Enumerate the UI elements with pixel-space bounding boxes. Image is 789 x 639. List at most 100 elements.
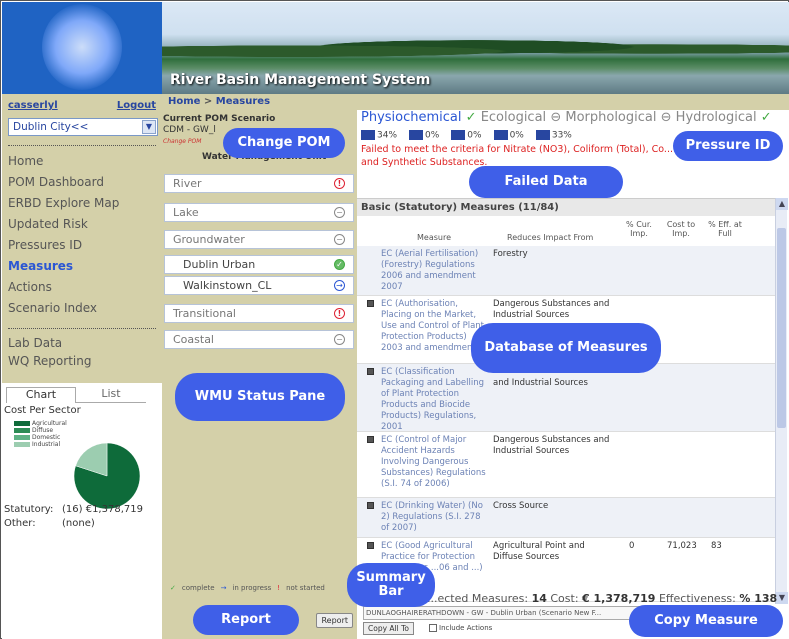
reduces-impact: Cross Source bbox=[493, 501, 549, 511]
header-banner: River Basin Management System bbox=[162, 2, 789, 94]
sidebar: casserlyl Logout Dublin City<< ▼ Home PO… bbox=[2, 94, 162, 383]
expand-toggle-icon[interactable] bbox=[367, 502, 374, 509]
cur-imp: 0 bbox=[629, 541, 635, 551]
measures-column-headers: Measure Reduces Impact From % Cur. Imp. … bbox=[357, 216, 775, 246]
wmu-item-coastal[interactable]: Coastal − bbox=[164, 330, 354, 349]
chevron-up-icon[interactable]: ▲ bbox=[776, 198, 788, 210]
callout-failed-data: Failed Data bbox=[469, 166, 623, 198]
reduces-impact: Dangerous Substances and Industrial Sour… bbox=[493, 299, 610, 320]
callout-wmu-status: WMU Status Pane bbox=[175, 373, 345, 421]
wmu-item-lake[interactable]: Lake − bbox=[164, 203, 354, 222]
nav-item-erbd-explore-map[interactable]: ERBD Explore Map bbox=[8, 193, 119, 214]
city-select[interactable]: Dublin City<< ▼ bbox=[8, 118, 158, 136]
nav-item-pressures-id[interactable]: Pressures ID bbox=[8, 235, 119, 256]
tab-chart[interactable]: Chart bbox=[6, 387, 76, 403]
callout-report: Report bbox=[193, 605, 299, 635]
col-cost: Cost to Imp. bbox=[666, 220, 696, 238]
username-link[interactable]: casserlyl bbox=[8, 100, 58, 111]
pressure-item[interactable]: 0% bbox=[451, 130, 482, 141]
wmu-label: Walkinstown_CL bbox=[183, 279, 272, 292]
chevron-down-icon[interactable]: ▼ bbox=[142, 120, 156, 134]
logout-link[interactable]: Logout bbox=[117, 100, 156, 111]
report-button[interactable]: Report bbox=[316, 613, 353, 628]
table-row[interactable]: EC (Classification Packaging and Labelli… bbox=[357, 364, 775, 432]
nav-item-home[interactable]: Home bbox=[8, 151, 119, 172]
not-started-icon: ! bbox=[334, 308, 345, 319]
tab-ecological[interactable]: Ecological bbox=[481, 110, 546, 125]
pressure-value: 0% bbox=[467, 130, 482, 141]
measure-link[interactable]: EC (Control of Major Accident Hazards In… bbox=[381, 435, 489, 490]
callout-copy-measure: Copy Measure bbox=[629, 605, 783, 637]
nav-item-pom-dashboard[interactable]: POM Dashboard bbox=[8, 172, 119, 193]
legend-complete: complete bbox=[181, 584, 215, 592]
ireland-logo bbox=[2, 2, 162, 94]
status-legend: ✓ complete → in progress ! not started bbox=[170, 584, 325, 592]
tab-list[interactable]: List bbox=[76, 387, 146, 403]
pom-heading-text: Current POM Scenario bbox=[163, 114, 276, 124]
wmu-label: Dublin Urban bbox=[183, 258, 256, 271]
reduces-impact: Dangerous Substances and Industrial Sour… bbox=[493, 435, 610, 456]
summary-cost: € 1,378,719 bbox=[582, 592, 656, 605]
wmu-item-river[interactable]: River! bbox=[164, 174, 354, 193]
wmu-label: Groundwater bbox=[173, 233, 245, 246]
expand-toggle-icon[interactable] bbox=[367, 542, 374, 549]
chart-title: Cost Per Sector bbox=[4, 405, 81, 416]
callout-pressure-id: Pressure ID bbox=[673, 131, 783, 161]
wmu-label: River bbox=[173, 177, 202, 190]
pressure-icon bbox=[451, 130, 466, 140]
expand-toggle-icon[interactable] bbox=[367, 300, 374, 307]
scrollbar-thumb[interactable] bbox=[777, 228, 786, 428]
measure-link[interactable]: EC (Aerial Fertilisation) (Forestry) Reg… bbox=[381, 249, 489, 293]
not-started-icon: ! bbox=[277, 584, 281, 592]
tab-hydrological[interactable]: Hydrological bbox=[676, 110, 757, 125]
expand-toggle-icon[interactable] bbox=[367, 368, 374, 375]
include-actions-checkbox[interactable]: Include Actions bbox=[429, 624, 492, 632]
col-eff: % Eff. at Full bbox=[708, 220, 742, 238]
col-reduces: Reduces Impact From bbox=[507, 233, 594, 242]
tab-physiochemical[interactable]: Physiochemical bbox=[361, 110, 462, 125]
summary-cost-label: Cost: bbox=[550, 592, 579, 605]
copy-target-select[interactable]: DUNLAOGHAIRERATHDOWN - GW - Dublin Urban… bbox=[363, 606, 663, 620]
pressure-item[interactable]: 33% bbox=[535, 130, 572, 141]
change-pom-link[interactable]: Change POM bbox=[163, 138, 201, 145]
chart-legend: Agricultural Diffuse Domestic Industrial bbox=[14, 420, 67, 448]
col-measure: Measure bbox=[417, 233, 451, 242]
measure-link[interactable]: EC (Classification Packaging and Labelli… bbox=[381, 367, 489, 433]
wmu-item-transitional[interactable]: Transitional! bbox=[164, 304, 354, 323]
table-row[interactable]: EC (Aerial Fertilisation) (Forestry) Reg… bbox=[357, 246, 775, 296]
city-select-value: Dublin City<< bbox=[13, 121, 89, 133]
legend-progress: in progress bbox=[232, 584, 272, 592]
nav-item-actions[interactable]: Actions bbox=[8, 277, 119, 298]
breadcrumb-home[interactable]: Home bbox=[168, 96, 200, 107]
pressure-bar: 34% 0% 0% 0% 33% bbox=[361, 130, 572, 141]
nav-item-measures[interactable]: Measures bbox=[8, 256, 119, 277]
pressure-value: 34% bbox=[377, 130, 398, 141]
nav-item-updated-risk[interactable]: Updated Risk bbox=[8, 214, 119, 235]
chart-tabs: Chart List bbox=[6, 387, 156, 403]
minus-icon: ⊖ bbox=[660, 110, 672, 125]
nav-item-wq-reporting[interactable]: WQ Reporting bbox=[8, 352, 91, 370]
wmu-item-walkinstown[interactable]: Walkinstown_CL → bbox=[164, 276, 354, 295]
expand-toggle-icon[interactable] bbox=[367, 436, 374, 443]
col-cur: % Cur. Imp. bbox=[626, 220, 652, 238]
wmu-item-dublin-urban[interactable]: Dublin Urban ✓ bbox=[164, 255, 354, 274]
check-icon: ✓ bbox=[760, 110, 772, 125]
app-frame: River Basin Management System casserlyl … bbox=[0, 0, 789, 639]
minus-icon: − bbox=[334, 207, 345, 218]
reduces-impact: Agricultural Point and Diffuse Sources bbox=[493, 541, 585, 562]
pressure-item[interactable]: 34% bbox=[361, 130, 397, 141]
pressure-item[interactable]: 0% bbox=[493, 130, 524, 141]
nav-item-lab-data[interactable]: Lab Data bbox=[8, 334, 91, 352]
pressure-item[interactable]: 0% bbox=[409, 130, 439, 141]
measure-link[interactable]: EC (Drinking Water) (No 2) Regulations (… bbox=[381, 501, 489, 534]
arrow-right-icon: → bbox=[220, 584, 227, 592]
table-row[interactable]: EC (Drinking Water) (No 2) Regulations (… bbox=[357, 498, 775, 538]
scrollbar[interactable]: ▲ ▼ bbox=[775, 198, 788, 604]
table-row[interactable]: EC (Control of Major Accident Hazards In… bbox=[357, 432, 775, 498]
nav-item-scenario-index[interactable]: Scenario Index bbox=[8, 298, 119, 319]
wmu-item-groundwater[interactable]: Groundwater − bbox=[164, 230, 354, 249]
breadcrumb: Home > Measures bbox=[162, 94, 789, 110]
check-icon: ✓ bbox=[170, 584, 176, 592]
tab-morphological[interactable]: Morphological bbox=[565, 110, 656, 125]
copy-all-button[interactable]: Copy All To bbox=[363, 622, 414, 635]
